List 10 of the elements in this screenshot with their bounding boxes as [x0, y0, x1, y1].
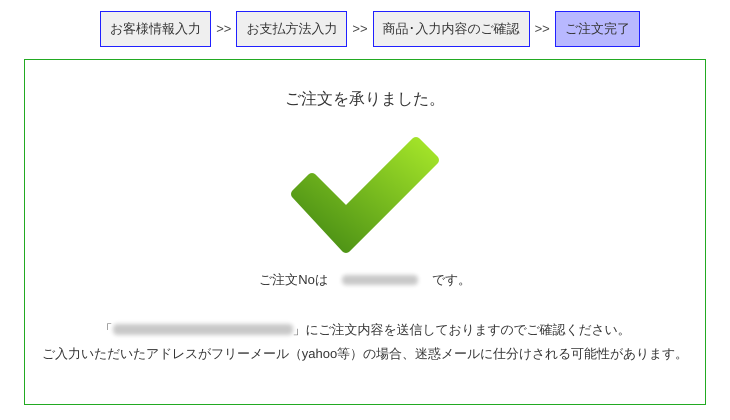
free-mail-notice: ご入力いただいたアドレスがフリーメール（yahoo等）の場合、迷惑メールに仕分けされる可能性があります。 [40, 345, 690, 363]
heading: ご注文を承りました。 [285, 90, 445, 110]
order-number-suffix: です。 [432, 271, 471, 289]
check-mark-icon [290, 136, 440, 254]
step-separator: >> [534, 20, 550, 38]
step-separator: >> [216, 20, 232, 38]
mail-sent-text: 」にご注文内容を送信しておりますのでご確認ください。 [292, 320, 630, 338]
order-number-label: ご注文Noは [259, 271, 328, 289]
step-separator: >> [352, 20, 368, 38]
bracket: 「 [100, 320, 112, 338]
